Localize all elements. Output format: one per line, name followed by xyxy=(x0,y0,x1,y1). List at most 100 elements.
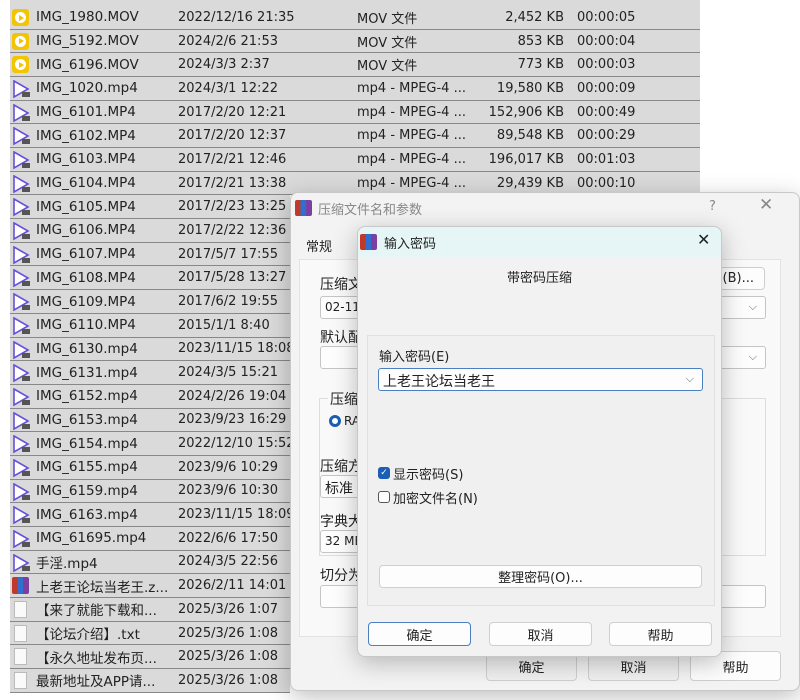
file-row[interactable]: IMG_6130.mp4 2023/11/15 18:08 xyxy=(10,337,295,362)
file-name: 【来了就能下载和... xyxy=(36,603,157,620)
file-duration: 00:00:09 xyxy=(577,80,636,96)
file-name: IMG_6159.mp4 xyxy=(36,482,138,499)
file-type: MOV 文件 xyxy=(357,11,418,27)
file-date: 2026/2/11 14:01 xyxy=(178,578,287,594)
show-password-checkbox[interactable]: ✓ xyxy=(378,467,390,479)
file-row[interactable]: IMG_6101.MP4 2017/2/20 12:21 mp4 - MPEG-4 … xyxy=(10,100,700,125)
cancel-button[interactable]: 取消 xyxy=(489,622,592,646)
mp4-file-icon xyxy=(12,387,30,407)
file-name: IMG_6104.MP4 xyxy=(36,175,136,192)
file-row[interactable]: IMG_6196.MOV 2024/3/3 2:37 MOV 文件 773 KB 00:… xyxy=(10,53,700,78)
file-duration: 00:00:49 xyxy=(577,104,636,120)
file-row[interactable]: IMG_61695.mp4 2022/6/6 17:50 xyxy=(10,526,290,551)
file-name: 手淫.mp4 xyxy=(36,555,98,572)
file-row[interactable]: 最新地址及APP请... 2025/3/26 1:08 xyxy=(10,669,290,693)
file-row[interactable]: IMG_6106.MP4 2017/2/22 12:36 xyxy=(10,219,290,243)
file-row[interactable]: IMG_6152.mp4 2024/2/26 19:04 xyxy=(10,384,290,409)
file-size: 773 KB xyxy=(517,57,564,73)
password-label: 输入密码(E) xyxy=(379,350,450,365)
file-row[interactable]: 【论坛介绍】.txt 2025/3/26 1:08 xyxy=(10,621,290,646)
file-date: 2022/6/6 17:50 xyxy=(178,530,278,546)
file-row[interactable]: 上老王论坛当老王.z... 2026/2/11 14:01 xyxy=(10,574,290,598)
chevron-down-icon: ⌵ xyxy=(748,350,757,363)
file-size: 152,906 KB xyxy=(488,104,564,120)
file-row[interactable]: IMG_6131.mp4 2024/3/5 15:21 xyxy=(10,361,290,385)
file-date: 2024/3/1 12:22 xyxy=(178,80,278,96)
file-name: IMG_5192.MOV xyxy=(36,33,139,50)
ok-button[interactable]: 确定 xyxy=(368,622,471,646)
file-date: 2025/3/26 1:08 xyxy=(178,672,278,688)
mp4-file-icon xyxy=(12,411,30,430)
file-row[interactable]: IMG_6163.mp4 2023/11/15 18:09 xyxy=(10,503,295,527)
file-row[interactable]: IMG_6105.MP4 2017/2/23 13:25 xyxy=(10,195,290,220)
file-date: 2024/3/3 2:37 xyxy=(178,57,270,73)
file-name: IMG_6101.MP4 xyxy=(36,104,136,121)
file-row[interactable]: IMG_6153.mp4 2023/9/23 16:29 xyxy=(10,408,290,433)
file-row[interactable]: IMG_6154.mp4 2022/12/10 15:52 xyxy=(10,432,295,456)
password-input[interactable]: 上老王论坛当老王 ⌵ xyxy=(378,368,703,391)
file-date: 2023/9/6 10:30 xyxy=(178,483,278,499)
file-date: 2024/3/5 22:56 xyxy=(178,554,278,570)
file-row[interactable]: IMG_6103.MP4 2017/2/21 12:46 mp4 - MPEG-4 … xyxy=(10,148,700,172)
help-button[interactable]: 帮助 xyxy=(609,622,712,646)
file-row[interactable]: IMG_1020.mp4 2024/3/1 12:22 mp4 - MPEG-4 .… xyxy=(10,77,700,101)
chevron-down-icon: ⌵ xyxy=(748,300,757,313)
file-type: mp4 - MPEG-4 ... xyxy=(357,80,466,96)
file-duration: 00:00:04 xyxy=(577,33,636,49)
file-name: IMG_6154.mp4 xyxy=(36,435,138,452)
mov-file-icon xyxy=(12,9,29,26)
close-icon[interactable]: ✕ xyxy=(759,195,773,215)
file-row[interactable]: IMG_6108.MP4 2017/5/28 13:27 xyxy=(10,266,290,291)
file-type: mp4 - MPEG-4 ... xyxy=(357,104,466,120)
mp4-file-icon xyxy=(12,363,30,383)
help-icon[interactable]: ? xyxy=(709,199,716,214)
file-size: 2,452 KB xyxy=(505,9,564,25)
file-row[interactable]: IMG_6102.MP4 2017/2/20 12:37 mp4 - MPEG-4 … xyxy=(10,124,700,149)
file-name: IMG_6105.MP4 xyxy=(36,198,136,215)
file-size: 89,548 KB xyxy=(496,128,564,144)
file-row[interactable]: IMG_5192.MOV 2024/2/6 21:53 MOV 文件 853 KB 00… xyxy=(10,29,700,54)
file-name: IMG_6102.MP4 xyxy=(36,127,136,144)
close-icon[interactable]: ✕ xyxy=(697,230,710,249)
password-dialog: 输入密码 ✕ 带密码压缩 输入密码(E) 上老王论坛当老王 ⌵ ✓ 显示密码(S)… xyxy=(357,226,722,657)
file-name: 最新地址及APP请... xyxy=(36,674,156,691)
file-date: 2015/1/1 8:40 xyxy=(178,317,270,333)
file-name: 【论坛介绍】.txt xyxy=(36,627,140,644)
file-row[interactable]: IMG_6109.MP4 2017/6/2 19:55 xyxy=(10,290,290,314)
file-row[interactable]: 【永久地址发布页... 2025/3/26 1:08 xyxy=(10,645,290,670)
mp4-file-icon xyxy=(12,198,30,217)
file-date: 2023/9/6 10:29 xyxy=(178,459,278,475)
show-password-label: 显示密码(S) xyxy=(393,468,464,483)
file-name: IMG_6155.mp4 xyxy=(36,459,138,476)
file-name: IMG_6130.mp4 xyxy=(36,340,138,357)
file-row[interactable]: IMG_6107.MP4 2017/5/7 17:55 xyxy=(10,242,290,267)
file-date: 2023/11/15 18:08 xyxy=(178,341,295,357)
file-duration: 00:01:03 xyxy=(577,151,636,167)
txt-file-icon xyxy=(14,601,27,618)
file-row[interactable]: IMG_6155.mp4 2023/9/6 10:29 xyxy=(10,455,290,480)
dialog-title: 输入密码 xyxy=(384,237,437,252)
file-date: 2024/2/26 19:04 xyxy=(178,388,287,404)
file-name: IMG_6106.MP4 xyxy=(36,222,136,239)
file-name: IMG_6152.mp4 xyxy=(36,388,138,405)
file-size: 196,017 KB xyxy=(488,151,564,167)
file-row[interactable]: 手淫.mp4 2024/3/5 22:56 xyxy=(10,550,290,575)
file-row[interactable]: 【来了就能下载和... 2025/3/26 1:07 xyxy=(10,598,290,622)
organize-passwords-button[interactable]: 整理密码(O)... xyxy=(379,565,702,588)
file-name: IMG_6110.MP4 xyxy=(36,317,136,334)
format-radio[interactable] xyxy=(329,415,341,427)
encrypt-names-checkbox[interactable] xyxy=(378,491,390,503)
mp4-file-icon xyxy=(12,150,30,170)
mp4-file-icon xyxy=(12,340,30,359)
file-date: 2017/2/21 12:46 xyxy=(178,151,287,167)
tab-general[interactable]: 常规 xyxy=(306,236,332,255)
file-name: IMG_6109.MP4 xyxy=(36,293,136,310)
dialog-heading: 带密码压缩 xyxy=(506,271,572,286)
mp4-file-icon xyxy=(12,127,30,146)
file-row[interactable]: IMG_6159.mp4 2023/9/6 10:30 xyxy=(10,479,290,504)
file-row[interactable]: IMG_6110.MP4 2015/1/1 8:40 xyxy=(10,313,290,338)
file-row[interactable]: IMG_1980.MOV 2022/12/16 21:35 MOV 文件 2,452 … xyxy=(10,6,700,30)
file-duration: 00:00:05 xyxy=(577,9,636,25)
file-name: IMG_6196.MOV xyxy=(36,56,139,73)
file-name: IMG_6163.mp4 xyxy=(36,506,138,523)
